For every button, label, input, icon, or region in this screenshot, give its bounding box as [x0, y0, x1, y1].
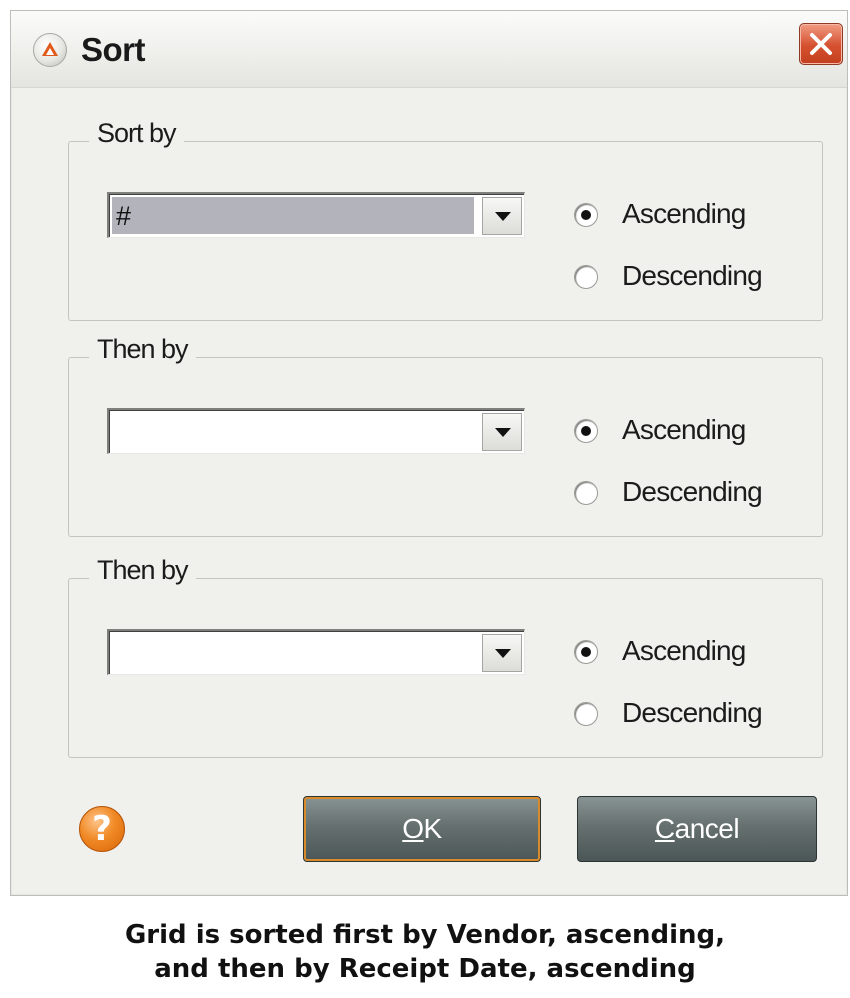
then-by-combo-1-value [112, 413, 474, 450]
radio-checked-icon [574, 640, 598, 664]
close-icon [810, 33, 832, 55]
close-button[interactable] [799, 23, 843, 65]
radio-unchecked-icon [574, 702, 598, 726]
then-by-group-1: Then by Ascending Descending [68, 334, 823, 537]
then-by-combo-2-value [112, 634, 474, 671]
sort-by-combo-value: # [112, 197, 474, 234]
sort-by-ascending-radio[interactable]: Ascending [574, 198, 814, 234]
then-by-2-ascending-radio[interactable]: Ascending [574, 635, 814, 671]
sort-by-descending-radio[interactable]: Descending [574, 260, 814, 296]
chevron-down-icon[interactable] [482, 413, 522, 451]
sort-by-label: Sort by [89, 118, 184, 149]
caption-line-2: and then by Receipt Date, ascending [154, 954, 696, 984]
radio-unchecked-icon [574, 265, 598, 289]
then-by-2-ascending-label: Ascending [622, 635, 746, 666]
then-by-label-1: Then by [89, 334, 196, 365]
ok-label-rest: K [423, 813, 443, 844]
radio-checked-icon [574, 203, 598, 227]
caption: Grid is sorted first by Vendor, ascendin… [0, 918, 850, 986]
radio-checked-icon [574, 419, 598, 443]
then-by-2-descending-label: Descending [622, 697, 763, 728]
then-by-1-ascending-radio[interactable]: Ascending [574, 414, 814, 450]
sort-dialog: Sort Sort by # Ascending Descending Then… [10, 10, 848, 896]
then-by-1-descending-label: Descending [622, 476, 763, 507]
then-by-1-descending-radio[interactable]: Descending [574, 476, 814, 512]
window-title: Sort [81, 31, 146, 68]
radio-unchecked-icon [574, 481, 598, 505]
then-by-combo-1[interactable] [107, 408, 525, 454]
chevron-down-icon[interactable] [482, 197, 522, 235]
ok-button[interactable]: OK [303, 796, 541, 862]
then-by-1-ascending-label: Ascending [622, 414, 746, 445]
sort-by-descending-label: Descending [622, 260, 763, 291]
title-bar: Sort [11, 11, 847, 88]
then-by-group-2: Then by Ascending Descending [68, 555, 823, 758]
cancel-label-rest: ancel [674, 813, 740, 844]
caption-line-1: Grid is sorted first by Vendor, ascendin… [124, 920, 726, 950]
ok-mnemonic: O [402, 813, 424, 844]
cancel-mnemonic: C [654, 813, 675, 844]
help-icon[interactable]: ? [79, 806, 125, 852]
chevron-down-icon[interactable] [482, 634, 522, 672]
then-by-combo-2[interactable] [107, 629, 525, 675]
sort-by-combo[interactable]: # [107, 192, 525, 238]
then-by-2-descending-radio[interactable]: Descending [574, 697, 814, 733]
cancel-button[interactable]: Cancel [577, 796, 817, 862]
app-logo-icon [33, 33, 67, 67]
then-by-label-2: Then by [89, 555, 196, 586]
sort-by-ascending-label: Ascending [622, 198, 746, 229]
sort-by-group: Sort by # Ascending Descending [68, 118, 823, 321]
